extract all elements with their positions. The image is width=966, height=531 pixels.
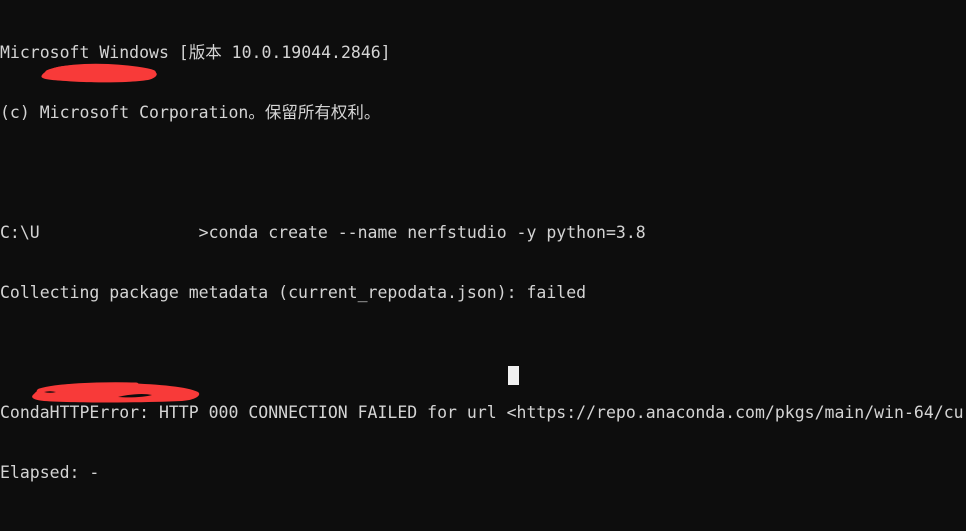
console-line-collecting: Collecting package metadata (current_rep… (0, 283, 587, 302)
console-line-elapsed: Elapsed: - (0, 463, 100, 482)
console-line-error: CondaHTTPError: HTTP 000 CONNECTION FAIL… (0, 403, 964, 422)
console-line-command: C:\U >conda create --name nerfstudio -y … (0, 223, 646, 242)
text-cursor (508, 366, 519, 385)
console-line-copyright: (c) Microsoft Corporation。保留所有权利。 (0, 103, 381, 122)
command-prompt-window[interactable]: Microsoft Windows [版本 10.0.19044.2846] (… (0, 0, 966, 531)
console-line-version: Microsoft Windows [版本 10.0.19044.2846] (0, 43, 391, 62)
console-output: Microsoft Windows [版本 10.0.19044.2846] (… (0, 3, 966, 531)
